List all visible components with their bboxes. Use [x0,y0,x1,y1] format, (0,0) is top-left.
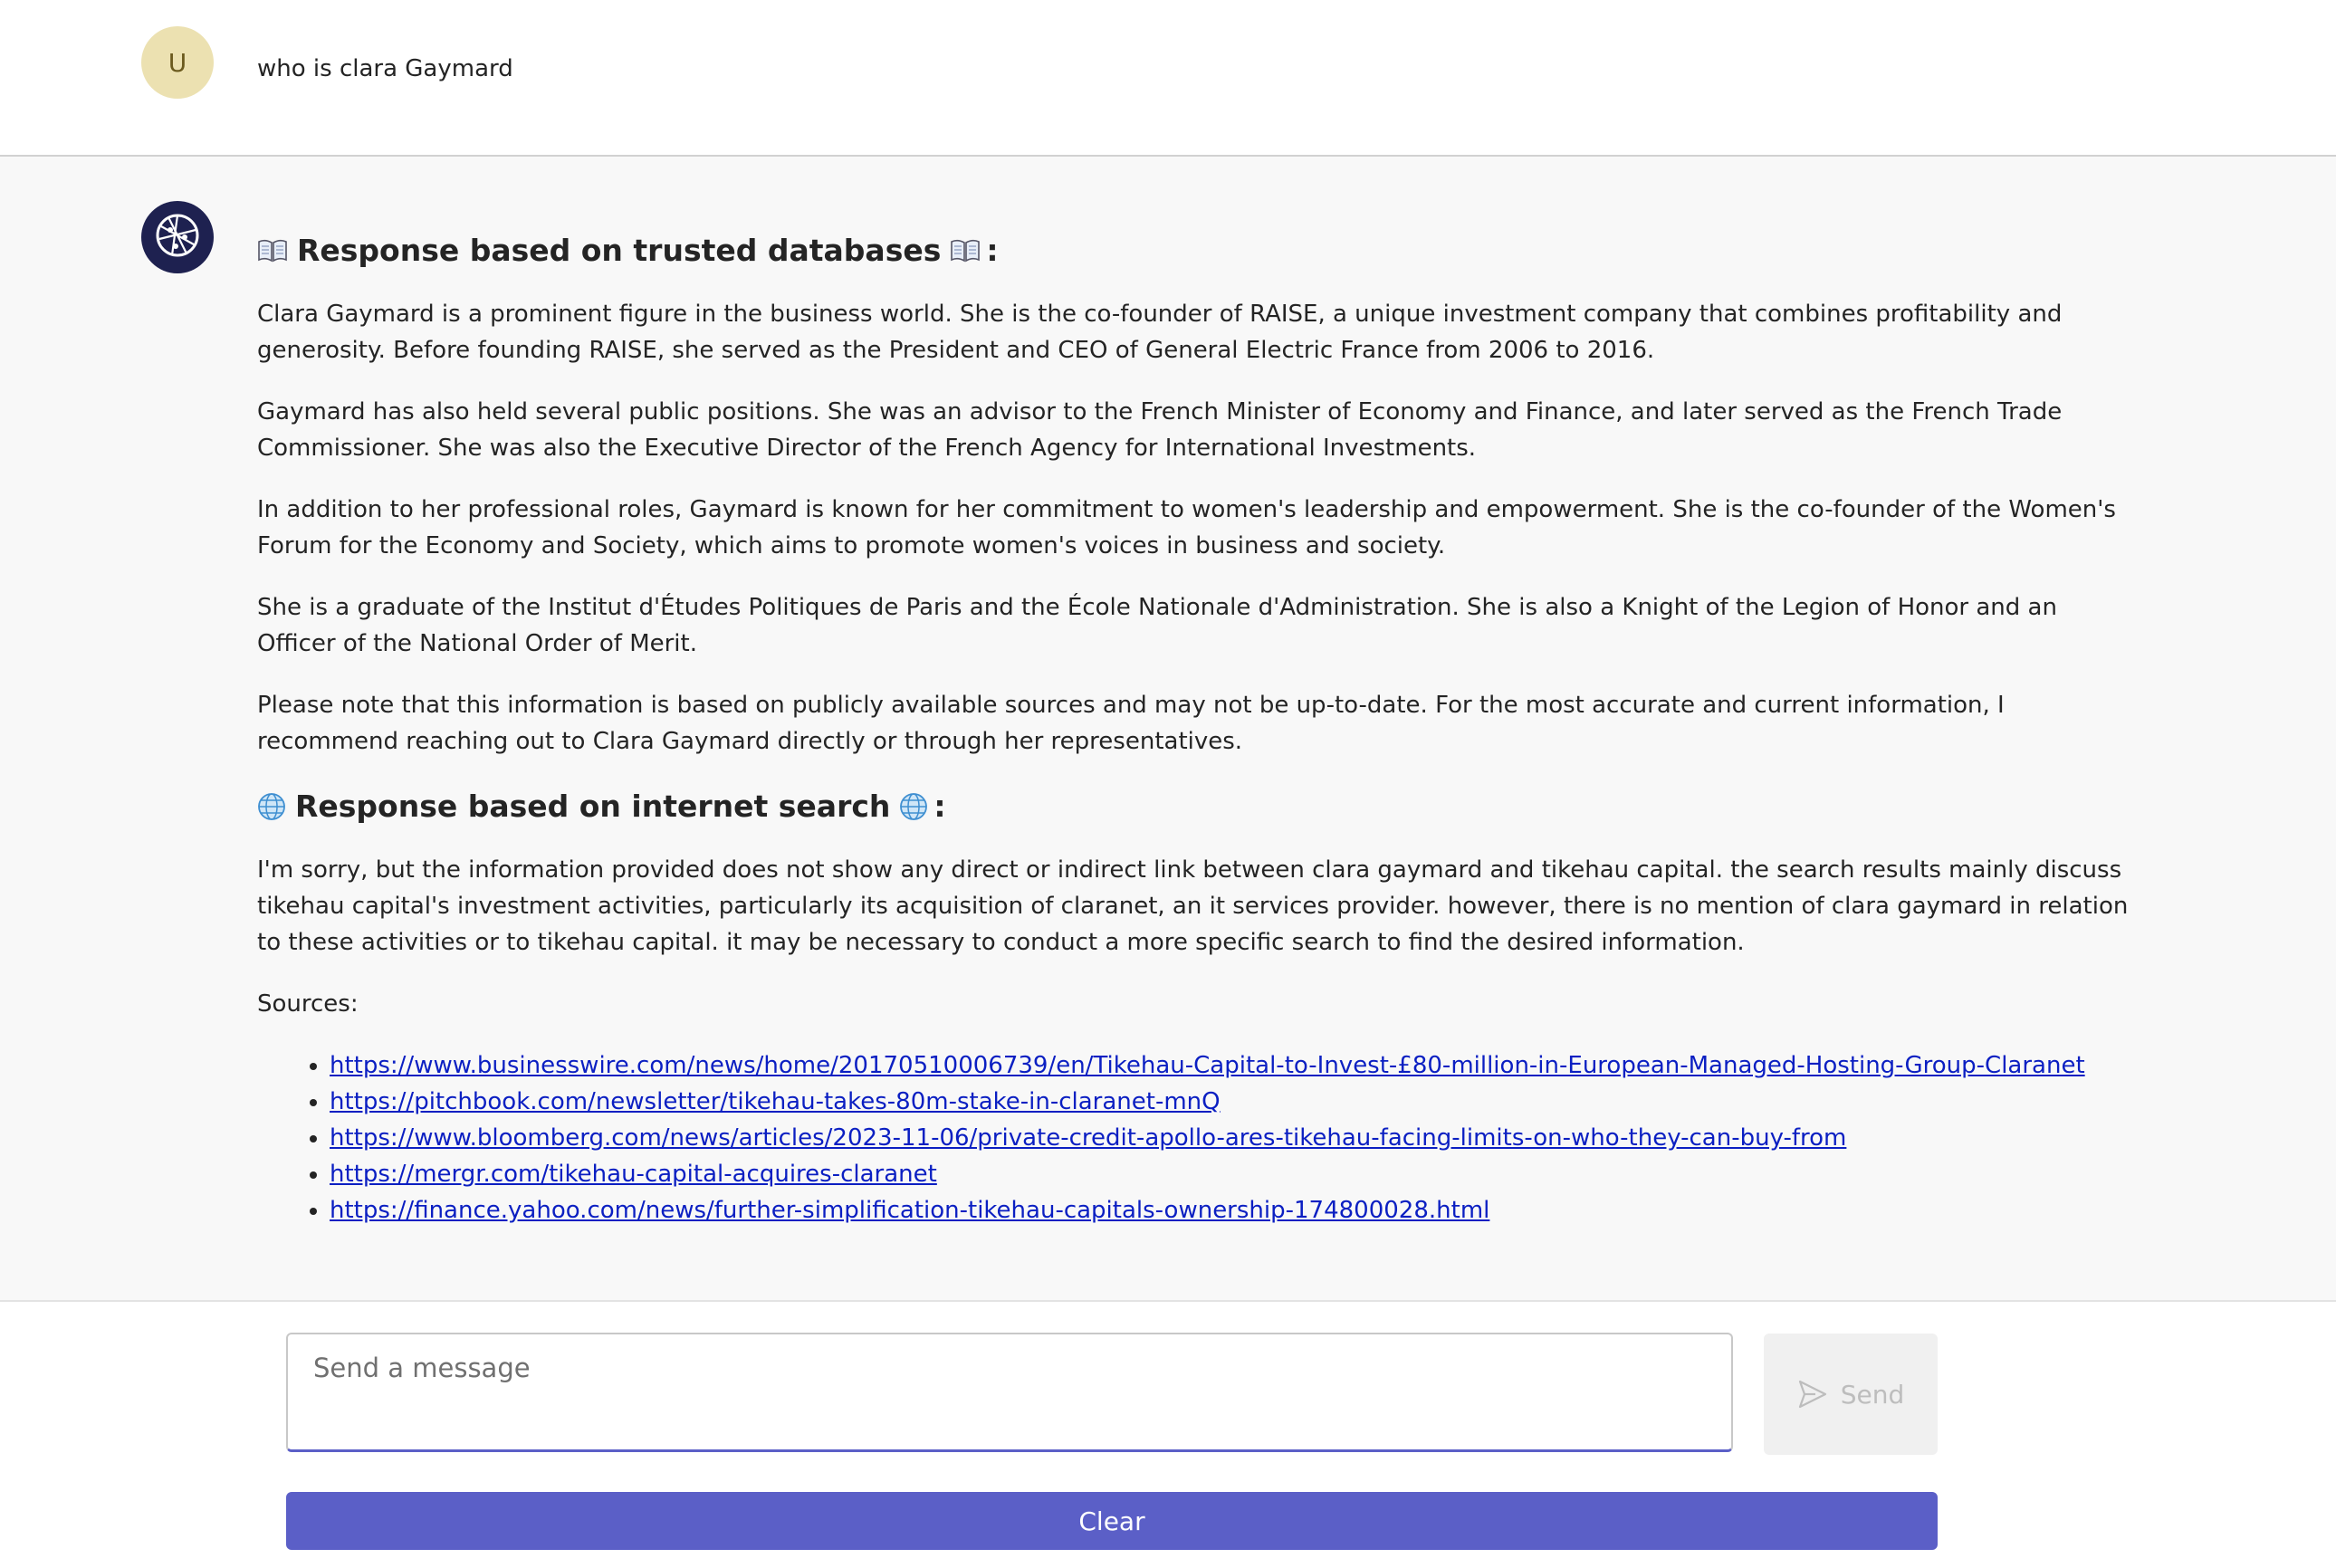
source-link[interactable]: https://pitchbook.com/newsletter/tikehau… [330,1088,1221,1115]
response-paragraph: I'm sorry, but the information provided … [257,856,2129,956]
clear-button-label: Clear [1078,1506,1145,1536]
bot-avatar [141,201,214,273]
section-suffix: : [986,233,999,268]
sources-label: Sources: [257,990,359,1018]
send-button-label: Send [1840,1379,1905,1410]
user-message-row: U who is clara Gaymard [0,0,2336,157]
source-link[interactable]: https://finance.yahoo.com/news/further-s… [330,1197,1489,1224]
response-paragraph: Clara Gaymard is a prominent figure in t… [257,301,2063,364]
globe-icon [899,792,928,821]
sources-list: https://www.businesswire.com/news/home/2… [257,1047,2131,1229]
message-input[interactable] [288,1334,1731,1449]
source-link[interactable]: https://www.bloomberg.com/news/articles/… [330,1124,1846,1152]
send-button[interactable]: Send [1764,1334,1938,1455]
response-paragraph: She is a graduate of the Institut d'Étud… [257,594,2057,657]
source-link[interactable]: https://mergr.com/tikehau-capital-acquir… [330,1161,937,1188]
clear-button[interactable]: Clear [286,1492,1938,1550]
response-paragraph: In addition to her professional roles, G… [257,496,2116,559]
message-input-box [286,1333,1733,1452]
open-book-icon [257,238,288,263]
section-suffix: : [933,789,946,824]
response-paragraph: Gaymard has also held several public pos… [257,398,2063,462]
user-avatar-initial: U [168,47,187,78]
assistant-message-row: Response based on trusted databases : Cl… [0,157,2336,1302]
response-paragraph: Please note that this information is bas… [257,692,2005,755]
section-heading-databases: Response based on trusted databases : [257,229,2131,272]
source-item: https://pitchbook.com/newsletter/tikehau… [330,1084,2131,1120]
globe-icon [257,792,286,821]
user-message-text: who is clara Gaymard [257,55,513,82]
chat-page: U who is clara Gaymard Response based on… [0,0,2336,1568]
source-item: https://finance.yahoo.com/news/further-s… [330,1192,2131,1229]
source-item: https://www.businesswire.com/news/home/2… [330,1047,2131,1084]
assistant-message-content: Response based on trusted databases : Cl… [257,229,2131,1229]
send-icon [1797,1379,1828,1410]
user-avatar: U [141,26,214,99]
section-title-internet: Response based on internet search [295,789,891,824]
source-item: https://www.bloomberg.com/news/articles/… [330,1120,2131,1156]
globe-network-icon [152,210,203,264]
source-link[interactable]: https://www.businesswire.com/news/home/2… [330,1052,2085,1079]
open-book-icon [950,238,981,263]
section-heading-internet: Response based on internet search : [257,785,2131,828]
section-title-databases: Response based on trusted databases [297,233,942,268]
source-item: https://mergr.com/tikehau-capital-acquir… [330,1156,2131,1192]
